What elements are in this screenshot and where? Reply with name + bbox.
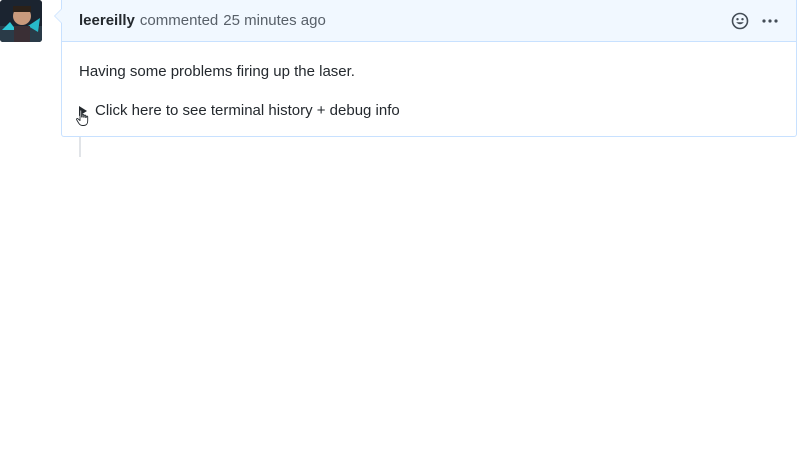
comment-header: leereilly commented 25 minutes ago — [62, 0, 796, 42]
hand-pointer-icon — [76, 109, 89, 126]
avatar[interactable] — [0, 0, 42, 42]
comment-actions — [730, 11, 780, 31]
details-summary-label: Click here to see terminal history + deb… — [95, 102, 400, 119]
add-reaction-button[interactable] — [730, 11, 750, 31]
comment-text: Having some problems firing up the laser… — [79, 63, 355, 80]
details-summary[interactable]: Click here to see terminal history + deb… — [76, 101, 779, 126]
comment-timestamp[interactable]: 25 minutes ago — [223, 12, 326, 29]
comment-box: leereilly commented 25 minutes ago Havin… — [54, 0, 797, 137]
timeline-connector — [79, 137, 81, 157]
user-avatar-image — [0, 0, 42, 42]
comment-verb: commented — [139, 12, 219, 29]
kebab-horizontal-icon — [762, 18, 778, 23]
comment-body: Having some problems firing up the laser… — [62, 42, 796, 126]
more-options-button[interactable] — [760, 11, 780, 31]
smiley-icon — [731, 12, 749, 29]
issue-timeline: leereilly commented 25 minutes ago Havin… — [0, 0, 800, 469]
comment-author[interactable]: leereilly — [79, 12, 135, 29]
